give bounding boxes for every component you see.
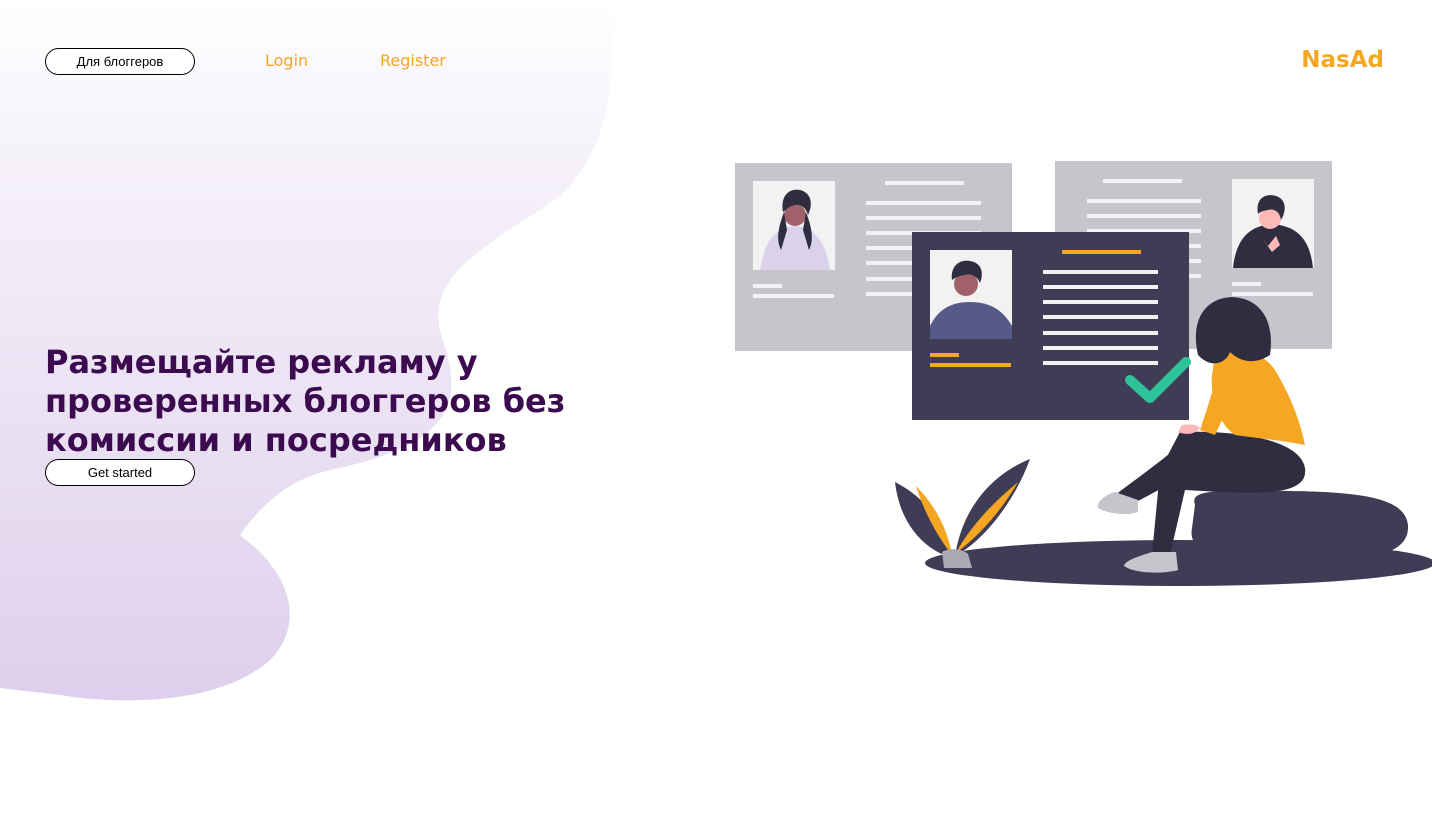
register-link[interactable]: Register [380, 51, 446, 70]
hero-headline: Размещайте рекламу у проверенных блоггер… [45, 343, 566, 459]
login-link[interactable]: Login [265, 51, 308, 70]
get-started-button[interactable]: Get started [45, 459, 195, 486]
ottoman [1191, 490, 1409, 562]
for-bloggers-button[interactable]: Для блоггеров [45, 48, 195, 75]
people-profiles-illustration [735, 161, 1432, 586]
brand-logo[interactable]: NasAd [1301, 47, 1384, 73]
landing-page: Для блоггеров Login Register NasAd Разме… [0, 0, 1432, 817]
